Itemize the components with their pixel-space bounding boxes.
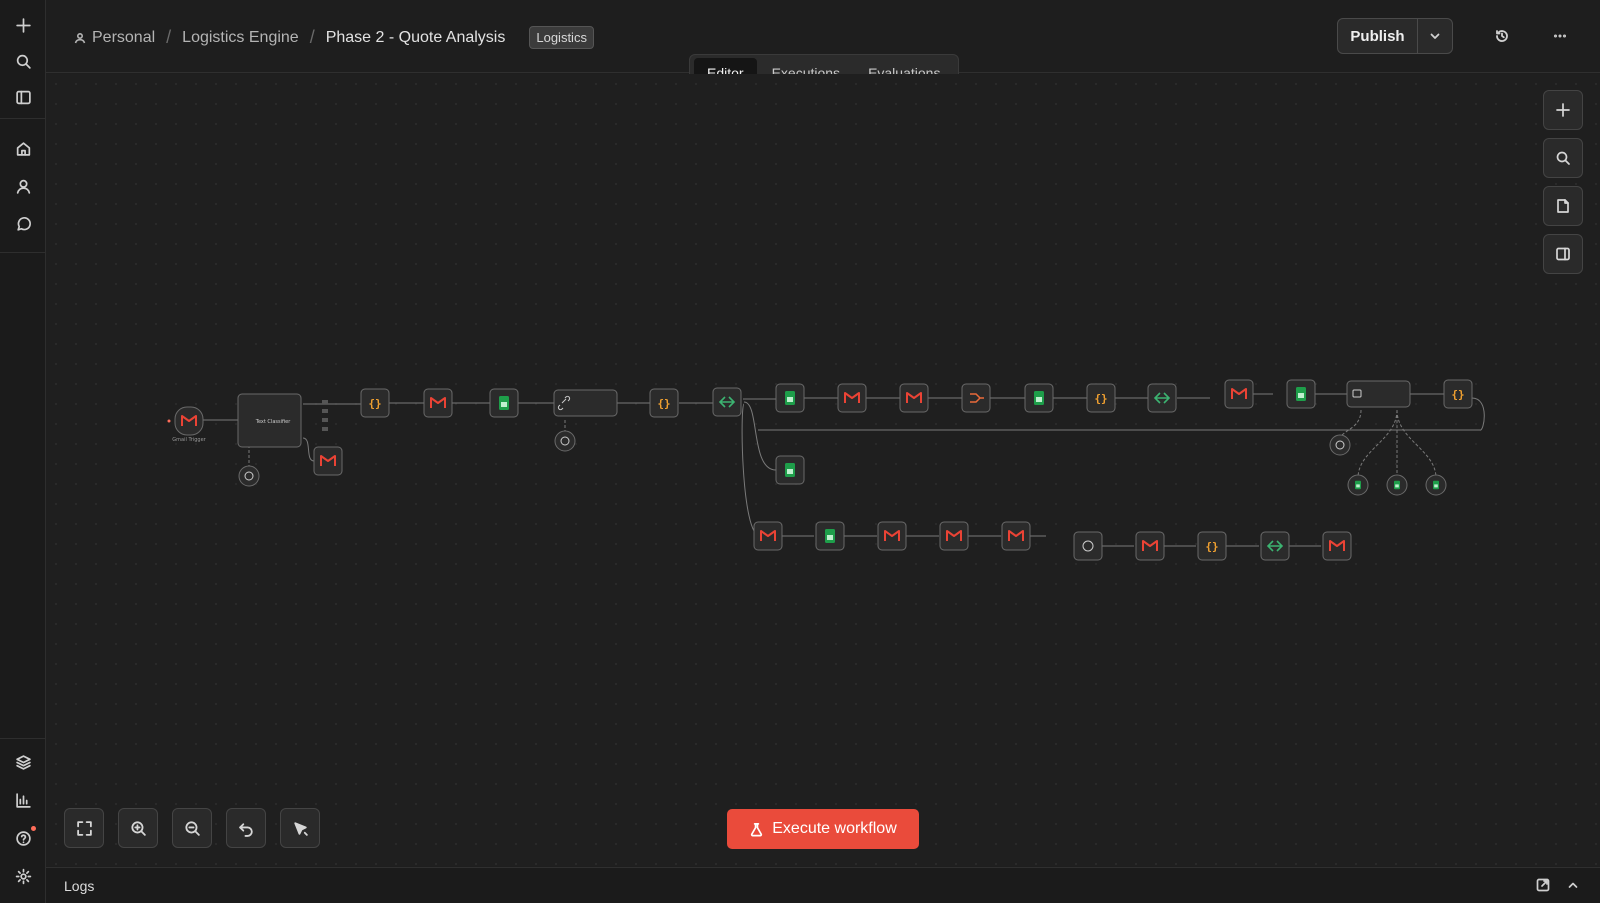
more-options-icon[interactable] [1548, 24, 1572, 48]
tidy-up-button[interactable] [280, 808, 320, 848]
flask-icon [751, 822, 763, 836]
node-check[interactable] [1197, 531, 1227, 561]
notification-dot [31, 826, 36, 831]
undo-button[interactable] [226, 808, 266, 848]
breadcrumb-personal[interactable]: Personal [92, 29, 155, 47]
breadcrumb-project[interactable]: Logistics Engine [182, 29, 299, 47]
node-tool-sheet[interactable] [1425, 474, 1447, 496]
settings-icon[interactable] [8, 861, 38, 891]
insights-icon[interactable] [8, 785, 38, 815]
node-get-all-quotes[interactable] [1024, 383, 1054, 413]
node-wait[interactable] [1073, 531, 1103, 561]
publish-button[interactable]: Publish [1338, 19, 1418, 53]
svg-text:Text Classifier: Text Classifier [255, 419, 291, 425]
user-icon[interactable] [8, 171, 38, 201]
sidebar-toggle-icon[interactable] [8, 82, 38, 112]
node-gmail-trigger[interactable]: Gmail Trigger [172, 406, 207, 443]
logs-label: Logs [64, 878, 95, 894]
breadcrumb-separator: / [309, 27, 315, 47]
sidebar-divider [0, 118, 46, 119]
node-parse-ai-output[interactable] [649, 388, 679, 418]
node-get-master-status[interactable] [489, 388, 519, 418]
node-notify-manager[interactable] [1224, 379, 1254, 409]
node-gmail-step[interactable] [837, 383, 867, 413]
templates-icon[interactable] [8, 747, 38, 777]
node-parse-cost-output[interactable] [1443, 379, 1473, 409]
execute-workflow-button[interactable]: Execute workflow [727, 809, 919, 849]
breadcrumb: Personal / Logistics Engine / Phase 2 - … [74, 26, 594, 49]
chat-icon[interactable] [8, 209, 38, 239]
sub-connections [248, 409, 1437, 479]
workflow-canvas[interactable]: {} [46, 74, 1600, 866]
node-add-label[interactable] [939, 521, 969, 551]
search-nodes-button[interactable] [1543, 138, 1583, 178]
node-aggregate[interactable] [961, 383, 991, 413]
node-gmail-reply[interactable] [313, 446, 343, 476]
pop-out-icon[interactable] [1536, 878, 1552, 894]
workflow-tag[interactable]: Logistics [529, 26, 594, 49]
node-model-subnode[interactable] [238, 465, 260, 487]
zoom-out-button[interactable] [172, 808, 212, 848]
trigger-indicator [167, 419, 171, 423]
workflow-graph[interactable]: {} [46, 74, 1600, 866]
workflow-name[interactable]: Phase 2 - Quote Analysis [326, 29, 506, 47]
node-send-quotation[interactable] [753, 521, 783, 551]
zoom-in-button[interactable] [118, 808, 158, 848]
node-count-quotes[interactable] [1086, 383, 1116, 413]
node-model-subnode[interactable] [1329, 434, 1351, 456]
node-text-classifier[interactable]: Text Classifier [237, 393, 328, 448]
search-icon[interactable] [8, 46, 38, 76]
node-tool-sheet[interactable] [1347, 474, 1369, 496]
breadcrumb-separator: / [166, 27, 172, 47]
history-icon[interactable] [1490, 24, 1514, 48]
node-model-subnode[interactable] [554, 430, 576, 452]
sidebar-divider [0, 738, 46, 739]
node-remove-label[interactable] [877, 521, 907, 551]
add-node-button[interactable] [1543, 90, 1583, 130]
chevron-up-icon[interactable] [1566, 878, 1582, 894]
publish-group: Publish [1337, 18, 1453, 54]
node-notify-sales[interactable] [1001, 521, 1031, 551]
sticky-note-button[interactable] [1543, 186, 1583, 226]
node-log-no-quote[interactable] [775, 455, 805, 485]
node-mark-as-quoted[interactable] [815, 521, 845, 551]
svg-text:Gmail Trigger: Gmail Trigger [172, 437, 206, 443]
node-is-valid-quote[interactable] [712, 387, 742, 417]
node-customer-reply[interactable] [1135, 531, 1165, 561]
node-threshold-check[interactable] [1147, 383, 1177, 413]
chevron-down-icon[interactable] [1418, 19, 1452, 53]
node-replied[interactable] [1260, 531, 1290, 561]
node-gmail-step[interactable] [899, 383, 929, 413]
panel-toggle-button[interactable] [1543, 234, 1583, 274]
logs-panel[interactable]: Logs [46, 867, 1600, 903]
user-icon [74, 32, 86, 43]
node-log-to-sheets[interactable] [775, 383, 805, 413]
sidebar-divider [0, 252, 46, 253]
execute-workflow-label: Execute workflow [772, 820, 897, 837]
fit-view-button[interactable] [64, 808, 104, 848]
plus-icon[interactable] [8, 10, 38, 40]
node-ai-rate-parser[interactable] [553, 389, 618, 417]
node-mark-as-read[interactable] [423, 388, 453, 418]
node-cost-calculator[interactable] [1346, 380, 1411, 408]
home-icon[interactable] [8, 133, 38, 163]
node-tool-sheet[interactable] [1386, 474, 1408, 496]
node-extract-ref-id[interactable] [360, 388, 390, 418]
node-send-follow-up[interactable] [1322, 531, 1352, 561]
node-update-master-status[interactable] [1286, 379, 1316, 409]
left-sidebar [0, 0, 46, 903]
